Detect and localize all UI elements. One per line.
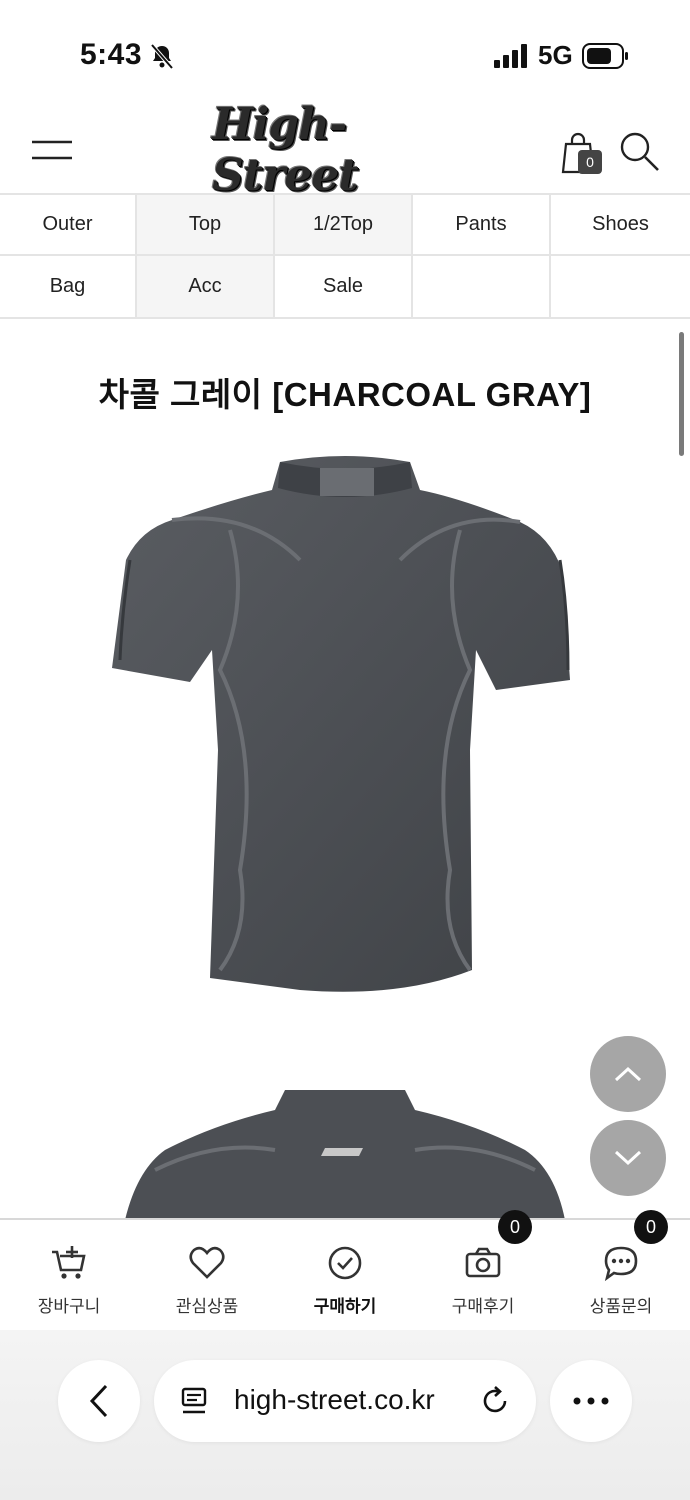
chat-bubble-icon	[604, 1246, 638, 1282]
action-label-buy: 구매하기	[313, 1297, 377, 1316]
cart-action-button[interactable]: 장바구니	[0, 1220, 138, 1330]
product-action-bar: 장바구니 관심상품 구매하기 0 구매후기 0 상품문의	[0, 1210, 690, 1330]
page-scrollbar[interactable]	[679, 332, 684, 456]
inquiry-count-badge: 0	[634, 1210, 668, 1244]
camera-icon	[465, 1247, 501, 1278]
category-empty	[413, 256, 551, 317]
category-empty	[551, 256, 690, 317]
product-image-front	[112, 456, 570, 992]
site-logo[interactable]: High-Street	[212, 99, 482, 201]
category-outer[interactable]: Outer	[0, 195, 137, 256]
reload-icon[interactable]	[480, 1385, 512, 1417]
category-nav: Outer Top 1/2Top Pants Shoes Bag Acc Sal…	[0, 193, 690, 319]
site-header: High-Street 0	[0, 99, 690, 201]
page-icon[interactable]	[180, 1386, 210, 1416]
product-image-back	[125, 1090, 565, 1220]
category-bag[interactable]: Bag	[0, 256, 137, 317]
action-label-wishlist: 관심상품	[175, 1297, 239, 1316]
more-icon	[573, 1397, 609, 1405]
network-label: 5G	[538, 40, 573, 70]
bell-slash-icon	[150, 43, 174, 70]
category-shoes[interactable]: Shoes	[551, 195, 690, 256]
signal-icon	[494, 44, 527, 68]
chevron-up-icon	[614, 1066, 642, 1082]
status-bar: 5:43 5G	[0, 0, 690, 108]
scroll-down-button[interactable]	[590, 1120, 666, 1196]
browser-back-button[interactable]	[58, 1360, 140, 1442]
cart-count-badge: 0	[578, 150, 602, 174]
browser-toolbar: high-street.co.kr	[0, 1330, 690, 1500]
wishlist-action-button[interactable]: 관심상품	[138, 1220, 276, 1330]
status-time: 5:43	[80, 38, 143, 71]
cart-plus-icon	[52, 1246, 86, 1279]
back-chevron-icon	[89, 1384, 108, 1418]
search-icon[interactable]	[618, 130, 660, 172]
check-circle-icon	[328, 1246, 362, 1280]
review-action-button[interactable]: 0 구매후기	[414, 1210, 552, 1330]
chevron-down-icon	[614, 1150, 642, 1166]
product-content: 차콜 그레이 [CHARCOAL GRAY]	[0, 320, 690, 1220]
address-bar[interactable]: high-street.co.kr	[154, 1360, 536, 1442]
action-label-review: 구매후기	[451, 1297, 515, 1316]
category-sale[interactable]: Sale	[275, 256, 413, 317]
action-label-inquiry: 상품문의	[589, 1297, 653, 1316]
menu-icon[interactable]	[30, 136, 74, 166]
scroll-up-button[interactable]	[590, 1036, 666, 1112]
battery-icon	[582, 43, 628, 69]
category-half-top[interactable]: 1/2Top	[275, 195, 413, 256]
action-label-cart: 장바구니	[37, 1297, 101, 1316]
inquiry-action-button[interactable]: 0 상품문의	[552, 1210, 690, 1330]
category-acc[interactable]: Acc	[137, 256, 275, 317]
category-pants[interactable]: Pants	[413, 195, 551, 256]
browser-more-button[interactable]	[550, 1360, 632, 1442]
logo-text: High-Street	[212, 99, 359, 201]
product-title: 차콜 그레이 [CHARCOAL GRAY]	[98, 376, 592, 413]
category-top[interactable]: Top	[137, 195, 275, 256]
buy-action-button[interactable]: 구매하기	[276, 1220, 414, 1330]
heart-icon	[189, 1246, 225, 1279]
review-count-badge: 0	[498, 1210, 532, 1244]
url-text: high-street.co.kr	[234, 1384, 435, 1415]
